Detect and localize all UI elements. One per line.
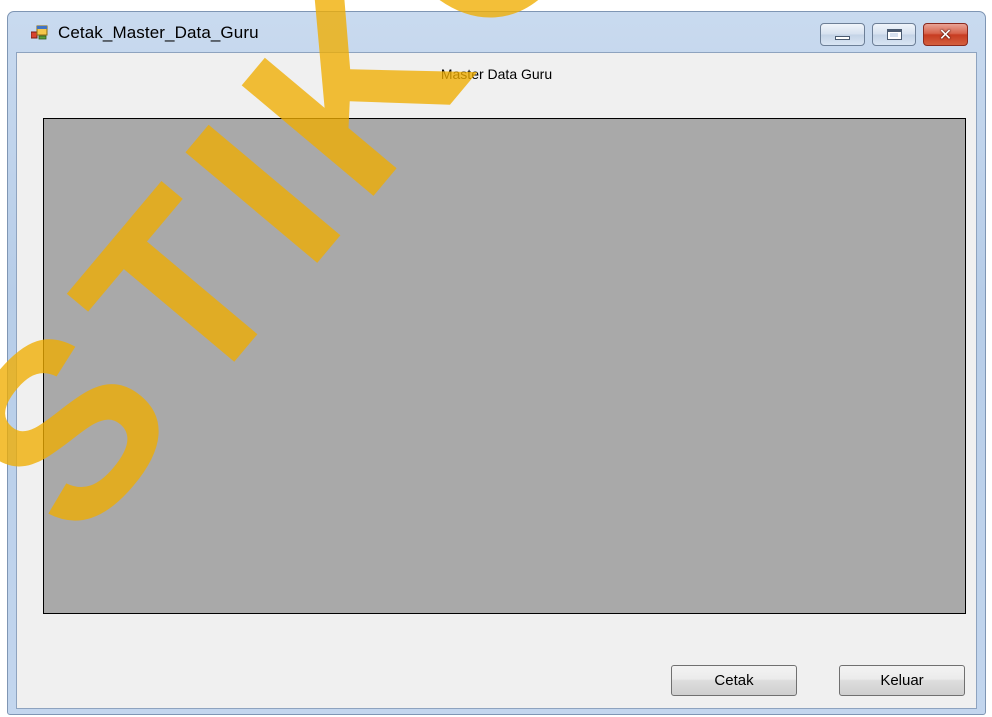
maximize-icon <box>887 29 902 40</box>
print-button[interactable]: Cetak <box>671 665 797 696</box>
maximize-button[interactable] <box>872 23 916 46</box>
close-button[interactable]: ✕ <box>923 23 968 46</box>
title-bar[interactable]: Cetak_Master_Data_Guru ✕ <box>8 12 985 52</box>
exit-button[interactable]: Keluar <box>839 665 965 696</box>
windows-form-icon <box>31 25 48 40</box>
form-heading: Master Data Guru <box>440 66 553 82</box>
close-icon: ✕ <box>938 25 953 44</box>
minimize-button[interactable] <box>820 23 865 46</box>
report-viewer[interactable] <box>43 118 966 614</box>
minimize-icon <box>835 36 850 40</box>
window-title: Cetak_Master_Data_Guru <box>58 23 259 42</box>
form-client-area: Master Data Guru Cetak Keluar <box>16 52 977 709</box>
app-window: Cetak_Master_Data_Guru ✕ Master Data Gur… <box>7 11 986 715</box>
